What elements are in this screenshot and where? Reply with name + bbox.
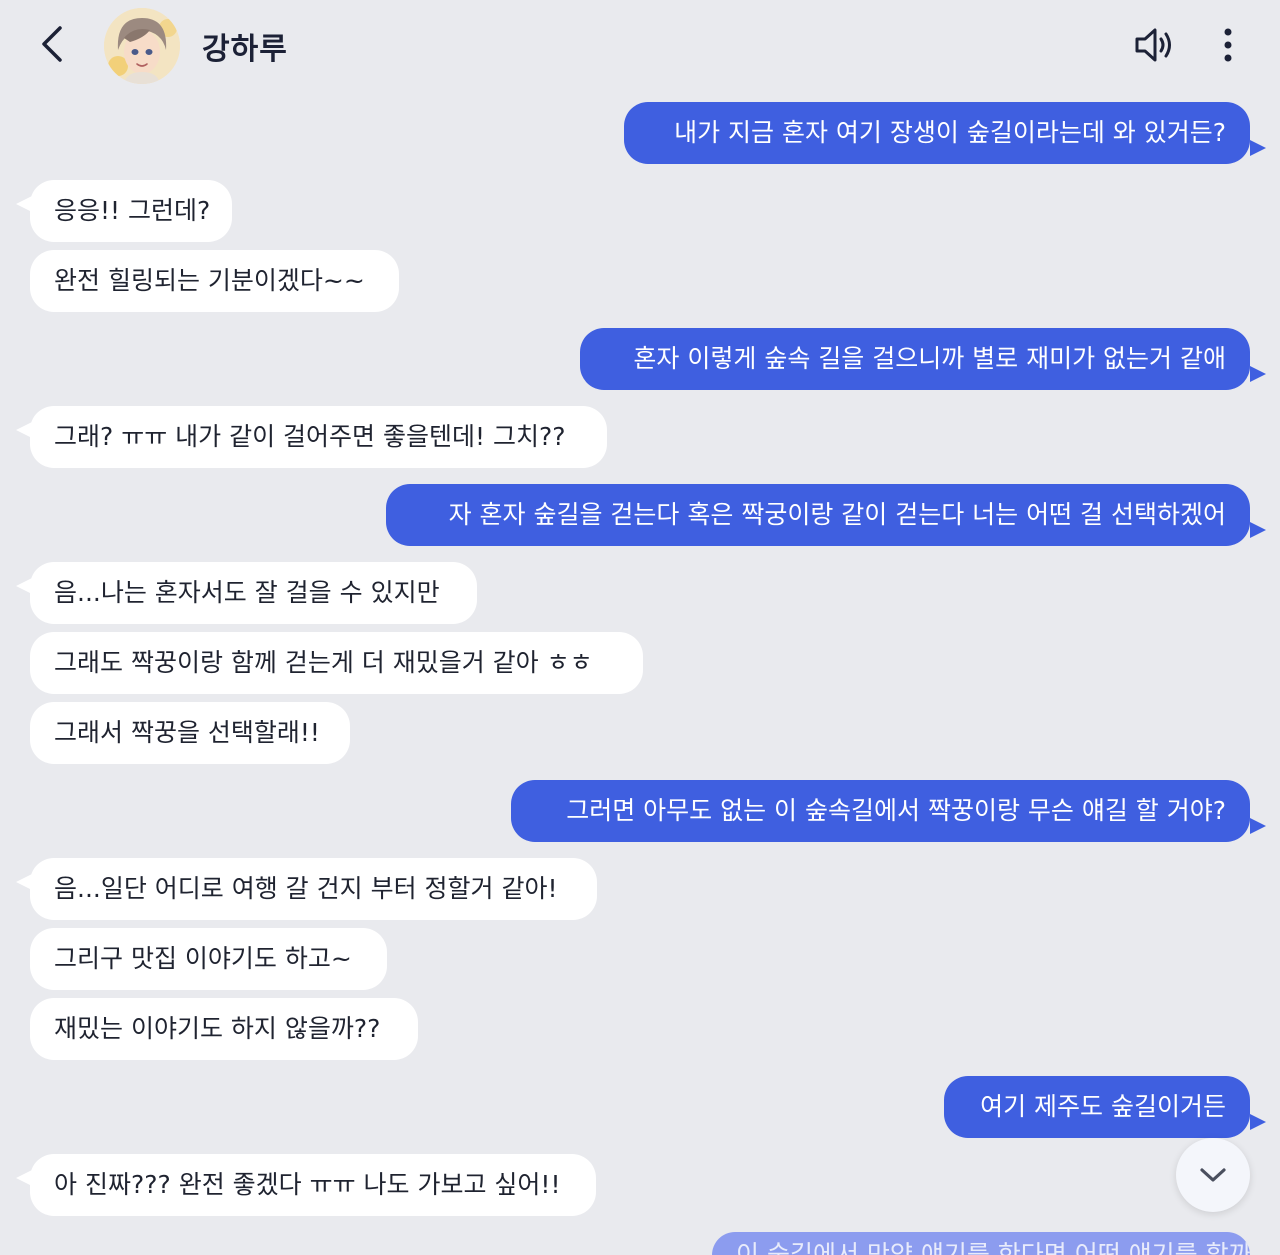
- message-bubble-received[interactable]: 아 진짜??? 완전 좋겠다 ㅠㅠ 나도 가보고 싶어!!: [30, 1154, 596, 1216]
- bubble-tail: [1250, 522, 1266, 538]
- message-bubble-received[interactable]: 음...일단 어디로 여행 갈 건지 부터 정할거 같아!: [30, 858, 597, 920]
- message-bubble-sent-partial[interactable]: 이 숲길에서 만약 얘기를 한다면 어떤 얘기를 할까?: [712, 1232, 1250, 1255]
- speaker-icon: [1135, 28, 1171, 62]
- message-bubble-sent[interactable]: 여기 제주도 숲길이거든: [944, 1076, 1250, 1138]
- chevron-down-icon: [1200, 1168, 1226, 1182]
- bubble-tail: [1250, 140, 1266, 156]
- message-bubble-received[interactable]: 그래서 짝꿍을 선택할래!!: [30, 702, 350, 764]
- avatar[interactable]: [104, 8, 180, 84]
- message-bubble-received[interactable]: 그래? ㅠㅠ 내가 같이 걸어주면 좋을텐데! 그치??: [30, 406, 607, 468]
- bubble-tail: [1250, 366, 1266, 382]
- message-bubble-sent[interactable]: 혼자 이렇게 숲속 길을 걸으니까 별로 재미가 없는거 같애: [580, 328, 1250, 390]
- scroll-to-bottom-button[interactable]: [1176, 1138, 1250, 1212]
- message-bubble-sent[interactable]: 자 혼자 숲길을 걷는다 혹은 짝궁이랑 같이 걷는다 너는 어떤 걸 선택하겠…: [386, 484, 1250, 546]
- message-bubble-received[interactable]: 그리구 맛집 이야기도 하고~: [30, 928, 387, 990]
- message-bubble-sent[interactable]: 내가 지금 혼자 여기 장생이 숲길이라는데 와 있거든?: [624, 102, 1250, 164]
- message-bubble-received[interactable]: 재밌는 이야기도 하지 않을까??: [30, 998, 418, 1060]
- back-button[interactable]: [32, 22, 72, 66]
- speaker-button[interactable]: [1130, 22, 1180, 68]
- message-bubble-sent[interactable]: 그러면 아무도 없는 이 숲속길에서 짝꿍이랑 무슨 얘길 할 거야?: [511, 780, 1250, 842]
- more-options-button[interactable]: [1208, 22, 1248, 68]
- more-vertical-icon: [1224, 28, 1232, 62]
- message-bubble-received[interactable]: 완전 힐링되는 기분이겠다~~: [30, 250, 399, 312]
- chat-header: 강하루: [0, 0, 1280, 92]
- bubble-tail: [1250, 818, 1266, 834]
- message-bubble-received[interactable]: 그래도 짝꿍이랑 함께 걷는게 더 재밌을거 같아 ㅎㅎ: [30, 632, 643, 694]
- contact-name: 강하루: [202, 32, 288, 67]
- message-bubble-received[interactable]: 음...나는 혼자서도 잘 걸을 수 있지만: [30, 562, 477, 624]
- chevron-left-icon: [42, 26, 62, 62]
- bubble-tail: [1250, 1114, 1266, 1130]
- message-bubble-received[interactable]: 응응!! 그런데?: [30, 180, 232, 242]
